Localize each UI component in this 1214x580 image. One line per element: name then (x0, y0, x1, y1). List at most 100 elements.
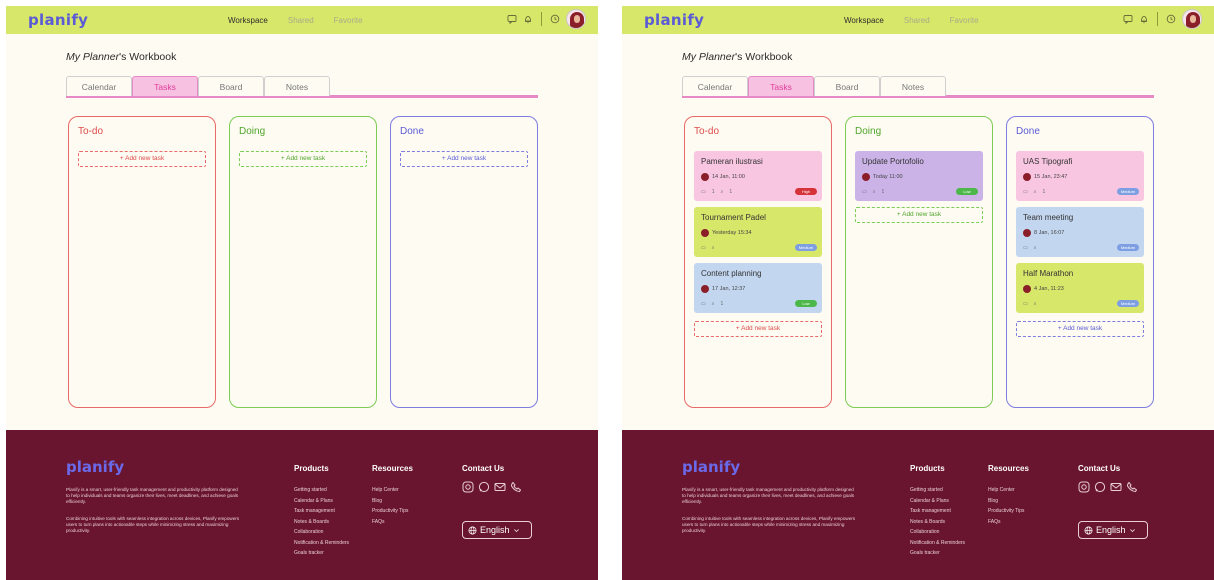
footer-link[interactable]: Notification & Reminders (294, 538, 349, 549)
brand-logo[interactable]: planify (644, 11, 704, 29)
footer-link[interactable]: Getting started (910, 485, 965, 496)
column-title: Doing (239, 126, 266, 137)
task-date: 8 Jan, 16:07 (1034, 230, 1065, 236)
column-doing: Doing Update Portofolio Today 11:00 ▭ ⌕ 1… (845, 116, 993, 408)
task-card[interactable]: Half Marathon 4 Jan, 11:23 ▭ ⌕ Medium (1016, 263, 1144, 313)
tab-calendar[interactable]: Calendar (682, 76, 748, 96)
attachment-count: 1 (729, 189, 733, 195)
add-task-button[interactable]: + Add new task (400, 151, 528, 167)
footer-products: Products Getting started Calendar & Plan… (294, 464, 349, 559)
chat-icon[interactable] (507, 14, 517, 24)
footer-link[interactable]: Getting started (294, 485, 349, 496)
attachment-icon: ⌕ (1033, 301, 1037, 307)
mail-icon[interactable] (1110, 481, 1122, 493)
tab-board[interactable]: Board (198, 76, 264, 96)
footer-link[interactable]: Help Center (372, 485, 413, 496)
whatsapp-icon[interactable] (478, 481, 490, 493)
tab-board[interactable]: Board (814, 76, 880, 96)
comment-icon: ▭ (1023, 245, 1028, 251)
task-card[interactable]: Pameran ilustrasi 14 Jan, 11:00 ▭ 1 ⌕ 1 Hi… (694, 151, 822, 201)
footer-link[interactable]: Goals tracker (294, 548, 349, 559)
footer-link[interactable]: Productivity Tips (372, 506, 413, 517)
assignee-avatar (1023, 229, 1031, 237)
task-card[interactable]: UAS Tipografi 15 Jan, 23:47 ▭ ⌕ 1 Medium (1016, 151, 1144, 201)
add-task-button[interactable]: + Add new task (694, 321, 822, 337)
task-date: Today 11:00 (873, 174, 903, 180)
mail-icon[interactable] (494, 481, 506, 493)
task-date: 14 Jan, 11:00 (712, 174, 745, 180)
bell-icon[interactable] (523, 14, 533, 24)
nav-shared[interactable]: Shared (904, 16, 930, 25)
comment-icon: ▭ (1023, 189, 1028, 195)
priority-badge: Medium (1117, 244, 1139, 251)
title-suffix: 's Workbook (119, 51, 177, 63)
footer-link[interactable]: Blog (372, 496, 413, 507)
footer-link[interactable]: Collaboration (910, 527, 965, 538)
footer-link[interactable]: Goals tracker (910, 548, 965, 559)
tab-calendar[interactable]: Calendar (66, 76, 132, 96)
task-title: Tournament Padel (701, 213, 766, 222)
top-bar: planify Workspace Shared Favorite (6, 6, 598, 34)
add-task-button[interactable]: + Add new task (1016, 321, 1144, 337)
footer-products: Products Getting started Calendar & Plan… (910, 464, 965, 559)
priority-badge: Low (795, 300, 817, 307)
tab-tasks[interactable]: Tasks (132, 76, 198, 96)
footer-link[interactable]: Notification & Reminders (910, 538, 965, 549)
footer-link[interactable]: Collaboration (294, 527, 349, 538)
footer-brand[interactable]: planify (66, 458, 124, 476)
footer-brand[interactable]: planify (682, 458, 740, 476)
footer-link[interactable]: FAQs (372, 517, 413, 528)
add-task-button[interactable]: + Add new task (239, 151, 367, 167)
tab-notes[interactable]: Notes (264, 76, 330, 96)
footer-link[interactable]: Task management (294, 506, 349, 517)
footer-link[interactable]: FAQs (988, 517, 1029, 528)
task-card[interactable]: Tournament Padel Yesterday 15:34 ▭ ⌕ Med… (694, 207, 822, 257)
task-title: Half Marathon (1023, 269, 1074, 278)
clock-icon[interactable] (1166, 14, 1176, 24)
attachment-count: 1 (881, 189, 885, 195)
task-card[interactable]: Team meeting 8 Jan, 16:07 ▭ ⌕ Medium (1016, 207, 1144, 257)
attachment-icon: ⌕ (720, 189, 724, 195)
assignee-avatar (1023, 285, 1031, 293)
footer-link[interactable]: Notes & Boards (910, 517, 965, 528)
footer-link[interactable]: Blog (988, 496, 1029, 507)
tab-tasks[interactable]: Tasks (748, 76, 814, 96)
footer-link[interactable]: Productivity Tips (988, 506, 1029, 517)
avatar[interactable] (566, 9, 586, 29)
instagram-icon[interactable] (462, 481, 474, 493)
bell-icon[interactable] (1139, 14, 1149, 24)
clock-icon[interactable] (550, 14, 560, 24)
chat-icon[interactable] (1123, 14, 1133, 24)
whatsapp-icon[interactable] (1094, 481, 1106, 493)
task-date: 15 Jan, 23:47 (1034, 174, 1068, 180)
add-task-button[interactable]: + Add new task (855, 207, 983, 223)
instagram-icon[interactable] (1078, 481, 1090, 493)
tab-notes[interactable]: Notes (880, 76, 946, 96)
comment-icon: ▭ (1023, 301, 1028, 307)
footer-link[interactable]: Help Center (988, 485, 1029, 496)
avatar[interactable] (1182, 9, 1202, 29)
phone-icon[interactable] (1126, 481, 1138, 493)
nav-workspace[interactable]: Workspace (844, 16, 884, 25)
footer-description-2: Combining intuitive tools with seamless … (682, 516, 856, 533)
language-select[interactable]: English (462, 521, 532, 539)
nav-favorite[interactable]: Favorite (334, 16, 363, 25)
task-date: Yesterday 15:34 (712, 230, 752, 236)
nav-favorite[interactable]: Favorite (950, 16, 979, 25)
task-card[interactable]: Update Portofolio Today 11:00 ▭ ⌕ 1 Low (855, 151, 983, 201)
footer-link[interactable]: Calendar & Plans (910, 496, 965, 507)
footer-link[interactable]: Task management (910, 506, 965, 517)
task-card[interactable]: Content planning 17 Jan, 12:37 ▭ ⌕ 1 Low (694, 263, 822, 313)
priority-badge: Medium (795, 244, 817, 251)
language-select[interactable]: English (1078, 521, 1148, 539)
column-doing: Doing + Add new task (229, 116, 377, 408)
footer-resources-title: Resources (372, 464, 413, 473)
nav-workspace[interactable]: Workspace (228, 16, 268, 25)
footer-link[interactable]: Notes & Boards (294, 517, 349, 528)
footer-link[interactable]: Calendar & Plans (294, 496, 349, 507)
brand-logo[interactable]: planify (28, 11, 88, 29)
phone-icon[interactable] (510, 481, 522, 493)
add-task-button[interactable]: + Add new task (78, 151, 206, 167)
globe-icon (1084, 526, 1093, 534)
nav-shared[interactable]: Shared (288, 16, 314, 25)
